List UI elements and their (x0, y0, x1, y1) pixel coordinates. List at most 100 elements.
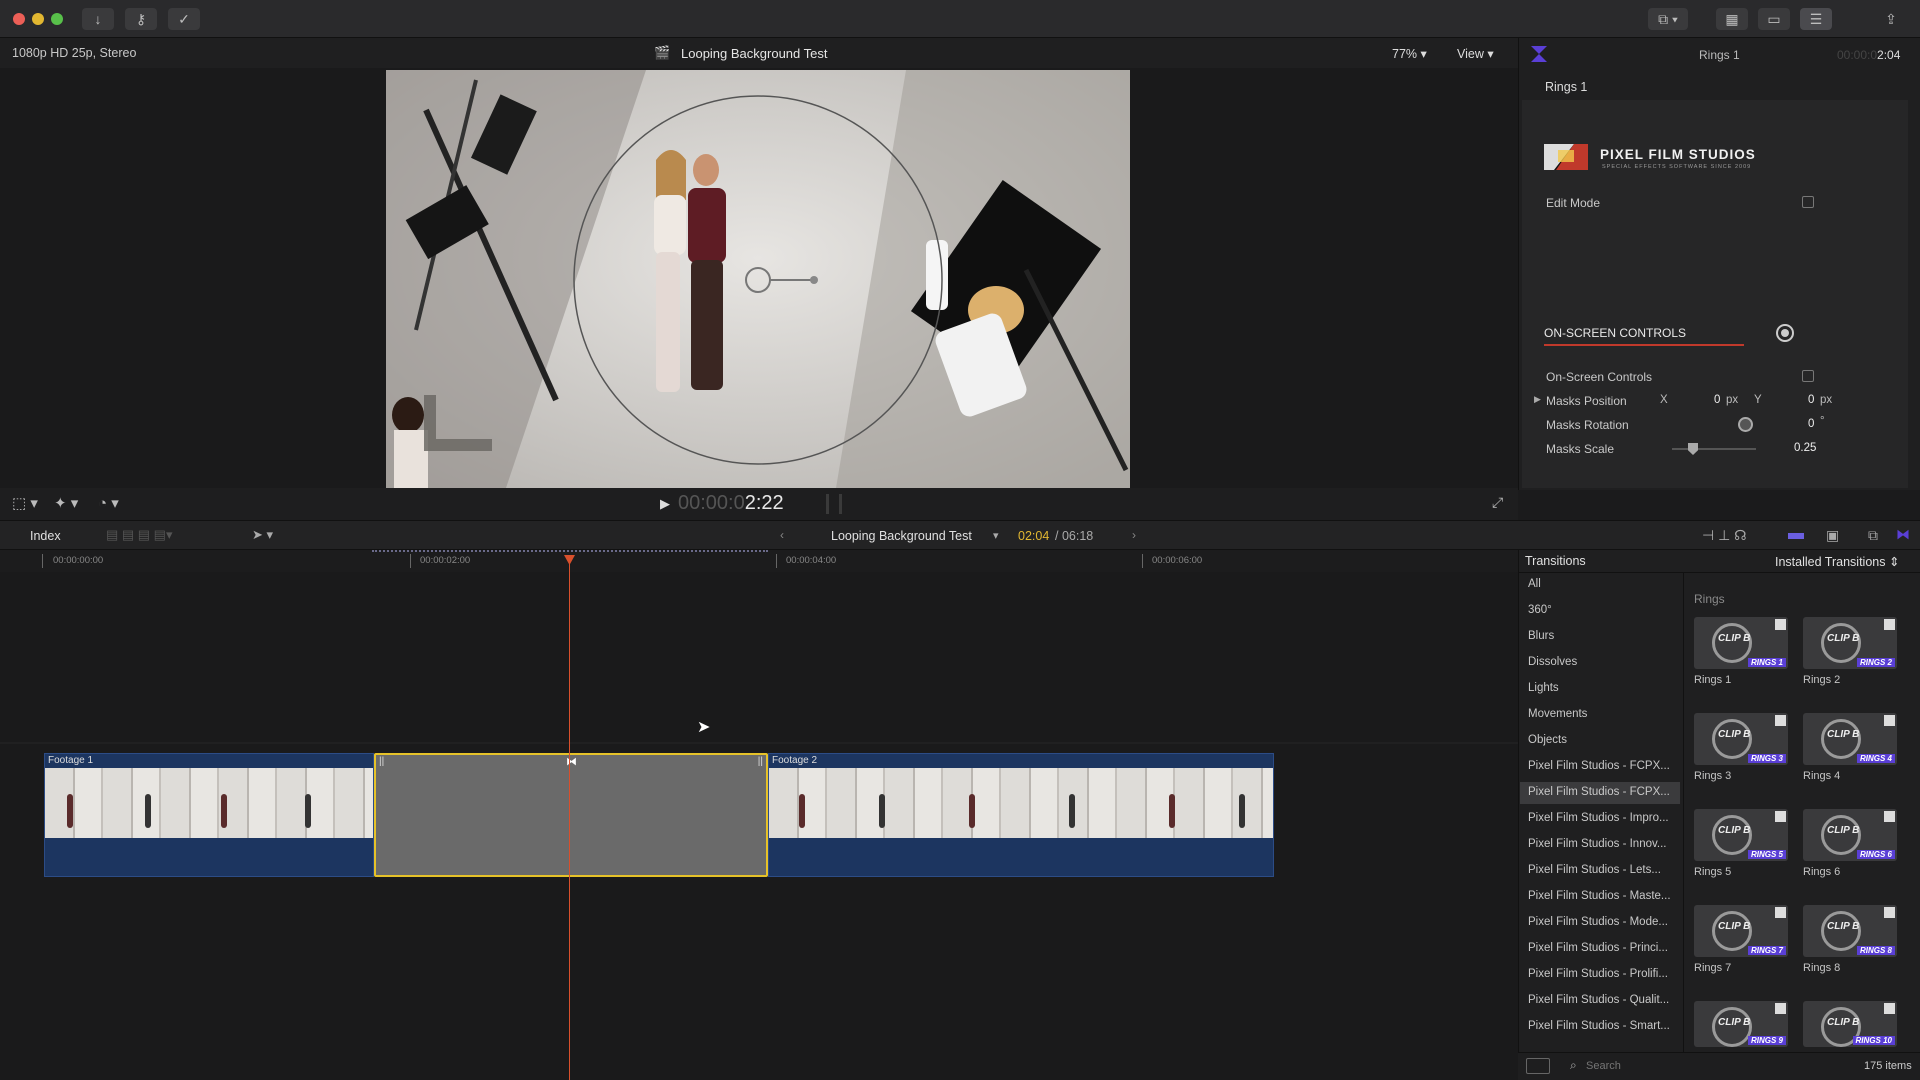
category-item[interactable]: Lights (1528, 682, 1678, 694)
forward-nav-button[interactable]: › (1132, 528, 1136, 542)
enhance-menu[interactable]: ✦ ▾ (54, 494, 78, 512)
transitions-browser-icon[interactable]: ⧓ (1896, 526, 1910, 543)
thumbnail-figure (879, 794, 885, 828)
target-icon[interactable] (1776, 324, 1794, 342)
inspector-toggle-button[interactable]: ☰ (1800, 8, 1832, 30)
keywords-button[interactable]: ⚷ (125, 8, 157, 30)
clip-footage-1[interactable]: Footage 1 (44, 753, 374, 877)
thumbnail-figure (1069, 794, 1075, 828)
transition-thumbnail[interactable]: CLIP B RINGS 5 (1694, 809, 1788, 861)
zoom-window-button[interactable] (51, 13, 63, 25)
back-nav-button[interactable]: ‹ (780, 528, 784, 542)
transition-thumbnail[interactable]: CLIP B RINGS 6 (1803, 809, 1897, 861)
sidebar-toggle-icon[interactable] (1526, 1058, 1550, 1074)
transition-thumbnail[interactable]: CLIP B RINGS 8 (1803, 905, 1897, 957)
param-label: Masks Scale (1546, 442, 1615, 456)
category-item[interactable]: Pixel Film Studios - Prolifi... (1528, 968, 1678, 980)
tool-menu[interactable]: ➤ ▾ (252, 527, 273, 543)
param-label: Masks Rotation (1546, 418, 1629, 432)
category-item[interactable]: Pixel Film Studios - Smart... (1528, 1020, 1678, 1032)
transition-thumbnail[interactable]: CLIP B RINGS 7 (1694, 905, 1788, 957)
import-button[interactable]: ↓ (82, 8, 114, 30)
thumbnail-label: Rings 8 (1803, 962, 1841, 974)
skimming-icons[interactable]: ⊣ ⊥ ☊ (1702, 527, 1747, 544)
category-item[interactable]: Dissolves (1528, 656, 1678, 668)
category-item[interactable]: Pixel Film Studios - Qualit... (1528, 994, 1678, 1006)
category-item[interactable]: Pixel Film Studios - Maste... (1528, 890, 1678, 902)
background-tasks-button[interactable]: ✓ (168, 8, 200, 30)
transition-thumbnail[interactable]: CLIP B RINGS 9 (1694, 1001, 1788, 1047)
close-window-button[interactable] (13, 13, 25, 25)
category-item[interactable]: Blurs (1528, 630, 1678, 642)
transition-thumbnail[interactable]: CLIP B RINGS 10 (1803, 1001, 1897, 1047)
edit-mode-checkbox[interactable] (1802, 196, 1814, 208)
scale-slider-track[interactable] (1672, 448, 1756, 450)
fullscreen-button[interactable]: ⤢ (1492, 494, 1503, 511)
masks-position-x[interactable]: 0 (1714, 394, 1720, 406)
download-icon: ↓ (94, 11, 102, 27)
category-item[interactable]: Pixel Film Studios - Mode... (1528, 916, 1678, 928)
category-item[interactable]: Pixel Film Studios - Princi... (1528, 942, 1678, 954)
category-item[interactable]: Pixel Film Studios - Innov... (1528, 838, 1678, 850)
rotation-dial[interactable] (1738, 417, 1753, 432)
transition-clip[interactable]: || || ⧓ (374, 753, 768, 877)
search-input[interactable] (1586, 1057, 1826, 1075)
transition-inspector-icon[interactable] (1531, 46, 1547, 62)
zoom-menu[interactable]: 77% ▾ (1392, 46, 1427, 61)
trim-handle-left-icon[interactable]: || (379, 756, 384, 767)
transition-thumbnail[interactable]: CLIP B RINGS 3 (1694, 713, 1788, 765)
category-item[interactable]: Pixel Film Studios - FCPX... (1528, 786, 1678, 798)
disclosure-triangle-icon[interactable]: ▶ (1534, 394, 1541, 405)
thumbnail-label: Rings 4 (1803, 770, 1841, 782)
trim-handle-right-icon[interactable]: || (758, 756, 763, 767)
timecode-display[interactable]: 00:00:02:22 (678, 492, 784, 515)
view-menu[interactable]: View ▾ (1457, 46, 1494, 61)
masks-rotation-value[interactable]: 0 (1808, 418, 1814, 430)
snapshot-icon[interactable]: ▣ (1826, 527, 1839, 544)
timeline-project-title[interactable]: Looping Background Test (831, 529, 972, 543)
clip-footage-2[interactable]: Footage 2 (768, 753, 1274, 877)
masks-position-y[interactable]: 0 (1808, 394, 1814, 406)
index-button[interactable]: Index (30, 529, 61, 543)
solo-icon[interactable] (1788, 533, 1804, 539)
transition-thumbnail[interactable]: CLIP B RINGS 2 (1803, 617, 1897, 669)
ruler-tick (776, 554, 777, 568)
video-frame[interactable] (386, 70, 1130, 488)
category-item[interactable]: All (1528, 578, 1678, 590)
pixel-film-logo-icon (1544, 144, 1588, 170)
render-indicator (372, 550, 768, 552)
category-item[interactable]: Pixel Film Studios - FCPX... (1528, 760, 1678, 772)
category-item[interactable]: Pixel Film Studios - Lets... (1528, 864, 1678, 876)
category-item[interactable]: 360° (1528, 604, 1678, 616)
transform-menu[interactable]: ⬚ ▾ (12, 494, 38, 512)
play-button[interactable]: ▶ (660, 496, 670, 512)
ruler-label: 00:00:02:00 (420, 555, 471, 566)
playhead[interactable] (569, 555, 570, 1080)
transition-thumbnail[interactable]: CLIP B RINGS 1 (1694, 617, 1788, 669)
minimize-window-button[interactable] (32, 13, 44, 25)
masks-scale-value[interactable]: 0.25 (1794, 442, 1816, 454)
share-button[interactable]: ⇪ (1876, 8, 1906, 30)
category-item[interactable]: Movements (1528, 708, 1678, 720)
thumbnail-clip-text: CLIP B (1718, 1017, 1751, 1028)
clip-appearance-icons[interactable]: ▤ ▤ ▤ ▤▾ (106, 527, 173, 543)
transition-thumbnail[interactable]: CLIP B RINGS 4 (1803, 713, 1897, 765)
category-item[interactable]: Objects (1528, 734, 1678, 746)
thumbnail-label: Rings 5 (1694, 866, 1732, 878)
retime-menu[interactable]: ◔ ▾ (98, 494, 119, 512)
zoom-value: 77% (1392, 47, 1418, 61)
browser-toggle-button[interactable]: ▦ (1716, 8, 1748, 30)
timeline-ruler[interactable]: 00:00:00:00 00:00:02:00 00:00:04:00 00:0… (0, 550, 1518, 572)
workspace-button[interactable]: ⧉ ▾ (1648, 8, 1688, 30)
title-bar: ↓ ⚷ ✓ ⧉ ▾ ▦ ▭ ☰ ⇪ (0, 0, 1920, 38)
installed-filter-menu[interactable]: Installed Transitions ⇕ (1775, 554, 1899, 569)
thumbnail-clip-text: CLIP B (1827, 1017, 1860, 1028)
clip-appearance-icon[interactable]: ⧉ (1868, 527, 1878, 544)
scale-slider-thumb[interactable] (1688, 443, 1698, 455)
timeline-toggle-button[interactable]: ▭ (1758, 8, 1790, 30)
on-screen-controls-checkbox[interactable] (1802, 370, 1814, 382)
category-item[interactable]: Pixel Film Studios - Impro... (1528, 812, 1678, 824)
project-menu-chevron-icon[interactable]: ▾ (993, 529, 999, 542)
browser-title: Transitions (1525, 554, 1586, 568)
inspector-duration-dim: 00:00:0 (1837, 48, 1878, 62)
